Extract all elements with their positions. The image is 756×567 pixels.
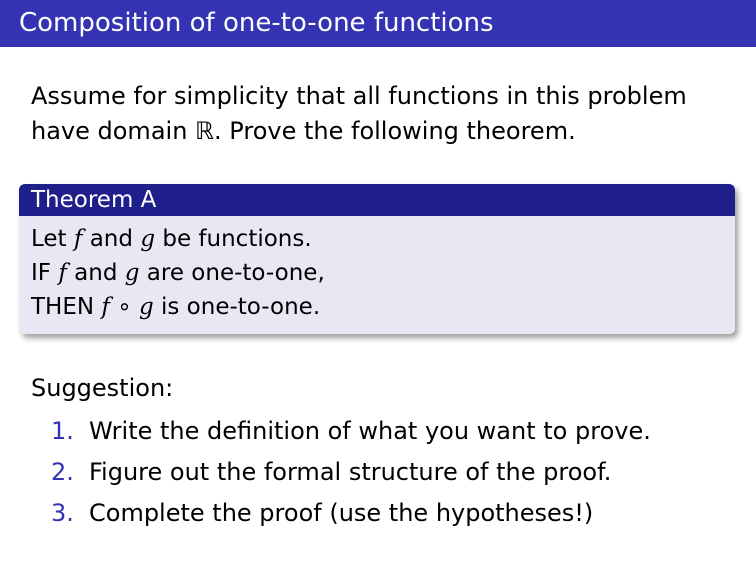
var-g: g: [140, 226, 156, 252]
intro-line-2: have domain ℝ. Prove the following theor…: [31, 114, 731, 149]
theorem-block: Theorem A Let f and g be functions. IF f…: [19, 184, 735, 334]
theorem-line-1: Let f and g be functions.: [31, 216, 735, 256]
list-item-text: Complete the proof (use the hypotheses!): [89, 499, 594, 527]
theorem-line-2: IF f and g are one-to-one,: [31, 256, 735, 290]
list-item-number: 1.: [51, 417, 74, 445]
theorem-line-2-text-2: and: [66, 260, 125, 286]
slide-header: Composition of one-to-one functions: [0, 0, 756, 47]
theorem-line-1-text-2: and: [82, 226, 141, 252]
list-item: 2. Figure out the formal structure of the…: [51, 455, 651, 496]
var-f: f: [58, 260, 67, 286]
list-item: 3. Complete the proof (use the hypotheses…: [51, 496, 651, 537]
theorem-line-3-text-1: THEN: [31, 294, 102, 320]
intro-line-1: Assume for simplicity that all functions…: [31, 82, 687, 110]
suggestion-list: 1. Write the definition of what you want …: [51, 414, 651, 537]
theorem-body: Let f and g be functions. IF f and g are…: [19, 216, 735, 334]
var-g: g: [138, 294, 154, 320]
var-g: g: [124, 260, 140, 286]
list-item-text: Write the definition of what you want to…: [89, 417, 651, 445]
list-item-text: Figure out the formal structure of the p…: [89, 458, 612, 486]
intro-line-2-prefix: have domain: [31, 117, 196, 145]
list-item-number: 3.: [51, 499, 74, 527]
list-item: 1. Write the definition of what you want …: [51, 414, 651, 455]
theorem-line-1-text-1: Let: [31, 226, 74, 252]
composition-operator: ∘: [109, 294, 139, 320]
theorem-line-1-text-3: be functions.: [155, 226, 312, 252]
theorem-line-2-text-3: are one-to-one,: [139, 260, 325, 286]
theorem-line-3: THEN f ∘ g is one-to-one.: [31, 290, 735, 324]
var-f: f: [101, 294, 110, 320]
intro-paragraph: Assume for simplicity that all functions…: [31, 79, 731, 149]
slide-title: Composition of one-to-one functions: [19, 8, 494, 38]
theorem-line-3-text-3: is one-to-one.: [153, 294, 321, 320]
theorem-title: Theorem A: [19, 184, 735, 216]
domain-symbol: ℝ: [195, 117, 215, 145]
list-item-number: 2.: [51, 458, 74, 486]
intro-line-2-suffix: . Prove the following theorem.: [214, 117, 576, 145]
suggestion-label: Suggestion:: [31, 374, 174, 402]
theorem-line-2-text-1: IF: [31, 260, 59, 286]
